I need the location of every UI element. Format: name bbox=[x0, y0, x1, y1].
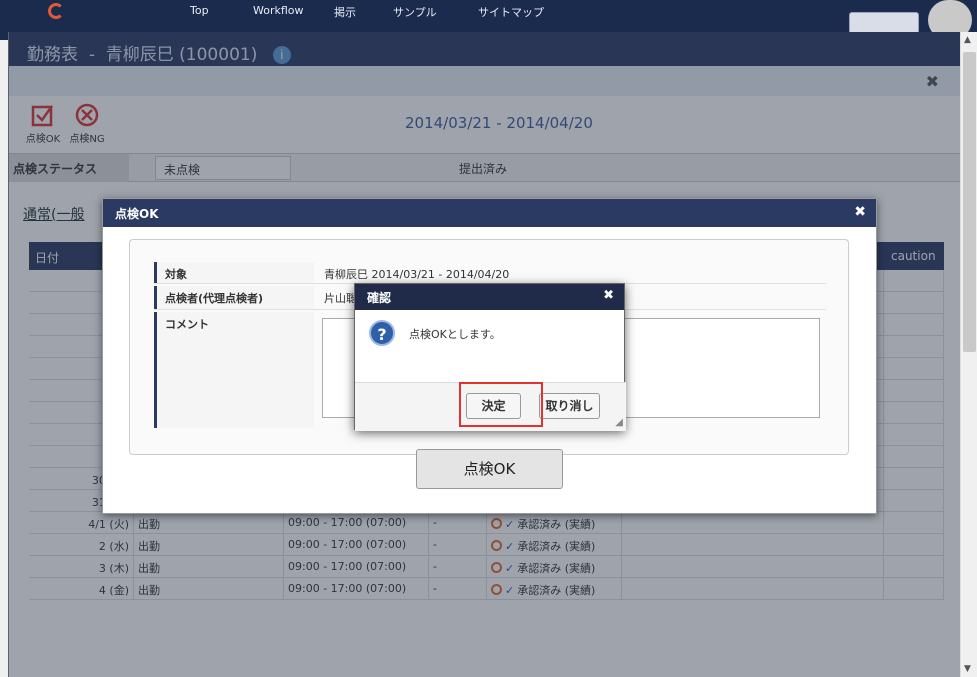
nav-sitemap[interactable]: サイトマップ bbox=[478, 4, 544, 20]
confirm-message: 点検OKとします。 bbox=[409, 328, 501, 341]
nav-bulletin[interactable]: 掲示 bbox=[334, 4, 356, 20]
confirm-cancel-button[interactable]: 取り消し bbox=[539, 393, 600, 419]
highlight-box bbox=[459, 382, 543, 427]
confirm-body: ? 点検OKとします。 bbox=[355, 310, 626, 380]
nav-workflow[interactable]: Workflow bbox=[253, 4, 304, 17]
scroll-thumb[interactable] bbox=[963, 52, 976, 352]
nav-sample[interactable]: サンプル bbox=[393, 4, 437, 20]
check-ok-dialog-titlebar: 点検OK ✖ bbox=[103, 199, 876, 227]
header-right-button[interactable] bbox=[849, 12, 919, 34]
scroll-up-icon[interactable]: ▲ bbox=[964, 35, 971, 45]
checker-label: 点検者(代理点検者) bbox=[154, 286, 314, 309]
confirm-dialog-titlebar: 確認 ✖ bbox=[355, 284, 624, 310]
question-icon: ? bbox=[369, 320, 395, 346]
check-ok-dialog-title: 点検OK bbox=[115, 207, 159, 221]
scroll-down-icon[interactable]: ▼ bbox=[964, 664, 971, 674]
page-scrollbar[interactable]: ▲ ▼ bbox=[960, 32, 977, 677]
check-ok-submit-button[interactable]: 点検OK bbox=[416, 449, 563, 489]
confirm-dialog-title: 確認 bbox=[367, 291, 392, 305]
check-ok-dialog-close-icon[interactable]: ✖ bbox=[854, 204, 866, 220]
target-label: 対象 bbox=[154, 262, 314, 283]
confirm-dialog-close-icon[interactable]: ✖ bbox=[603, 288, 614, 303]
comment-label: コメント bbox=[154, 312, 314, 428]
target-row: 対象 青柳辰巳 2014/03/21 - 2014/04/20 bbox=[154, 262, 826, 284]
app-logo-icon[interactable] bbox=[48, 3, 64, 19]
resize-grip-icon[interactable]: ◢ bbox=[615, 417, 623, 428]
nav-top[interactable]: Top bbox=[190, 4, 209, 17]
